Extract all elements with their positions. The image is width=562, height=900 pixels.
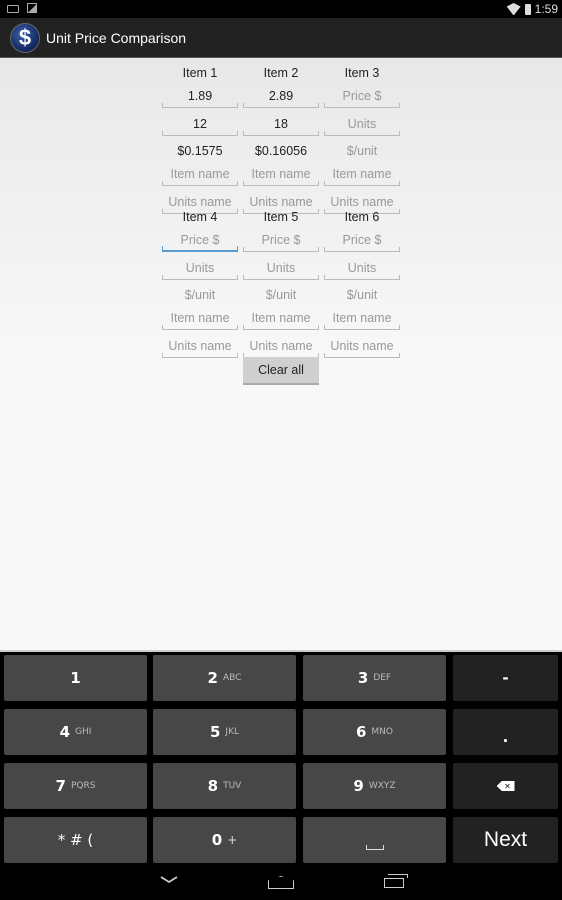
key-symbols[interactable]: * # ( [4,817,147,863]
item-name-field[interactable] [162,306,238,330]
numeric-keyboard: 1 2 ABC 3 DEF - 4 GHI 5 JKL 6 MNO . 7 PQRS 8 TU… [0,650,562,865]
items-group-2: Item 4 Item 5 Item 6 $/unit $/unit $/uni… [162,206,400,362]
unit-price-result: $/unit [346,144,378,158]
item-name-input[interactable] [243,162,319,186]
navigation-bar [0,865,562,900]
key-period[interactable]: . [453,709,558,755]
key-6[interactable]: 6 MNO [303,709,446,755]
price-input[interactable] [162,84,238,108]
key-next[interactable]: Next [453,817,558,863]
units-name-input[interactable] [243,334,319,358]
units-field[interactable] [324,256,400,280]
home-icon [268,876,294,889]
units-name-field[interactable] [162,334,238,358]
item-name-field[interactable] [324,162,400,186]
units-field[interactable] [243,112,319,136]
key-space[interactable] [303,817,446,863]
battery-icon [524,3,531,15]
price-input[interactable] [324,84,400,108]
clear-all-button[interactable]: Clear all [243,357,319,385]
key-2[interactable]: 2 ABC [153,655,296,701]
item-label: Item 1 [182,66,218,80]
action-bar: $ Unit Price Comparison [0,18,562,58]
item-label: Item 3 [344,66,380,80]
units-name-input[interactable] [324,334,400,358]
item-name-field[interactable] [324,306,400,330]
back-icon [160,876,178,884]
wifi-icon [507,3,521,15]
item-label: Item 2 [263,66,299,80]
item-name-field[interactable] [243,162,319,186]
home-button[interactable] [266,873,296,893]
units-input[interactable] [324,256,400,280]
key-9[interactable]: 9 WXYZ [303,763,446,809]
price-field[interactable] [162,84,238,108]
items-group-1: Item 1 Item 2 Item 3 $0.1575 $0.16056 $/… [162,62,400,218]
price-input[interactable] [243,228,319,252]
units-name-field[interactable] [324,334,400,358]
item-name-input[interactable] [324,162,400,186]
units-input[interactable] [162,256,238,280]
item-name-input[interactable] [324,306,400,330]
main-content: Item 1 Item 2 Item 3 $0.1575 $0.16056 $/… [0,58,562,650]
status-time: 1:59 [534,2,558,16]
price-input[interactable] [162,228,238,252]
status-bar: 1:59 [0,0,562,18]
recent-apps-button[interactable] [380,873,410,893]
image-icon [27,3,37,13]
app-title: Unit Price Comparison [46,29,187,46]
item-label: Item 5 [263,210,299,224]
units-field[interactable] [243,256,319,280]
item-label: Item 4 [182,210,218,224]
item-name-input[interactable] [162,162,238,186]
item-name-input[interactable] [162,306,238,330]
item-label: Item 6 [344,210,380,224]
key-4[interactable]: 4 GHI [4,709,147,755]
price-field[interactable] [324,228,400,252]
item-name-input[interactable] [243,306,319,330]
key-8[interactable]: 8 TUV [153,763,296,809]
key-0[interactable]: 0 + [153,817,296,863]
key-1[interactable]: 1 [4,655,147,701]
space-icon [365,844,384,850]
key-backspace[interactable]: ✕ [453,763,558,809]
units-input[interactable] [162,112,238,136]
units-input[interactable] [243,112,319,136]
back-button[interactable] [154,873,184,893]
unit-price-result: $/unit [346,288,378,302]
price-field[interactable] [324,84,400,108]
unit-price-result: $0.16056 [254,144,308,158]
price-field[interactable] [243,228,319,252]
units-field[interactable] [324,112,400,136]
price-field[interactable] [243,84,319,108]
unit-price-result: $/unit [184,288,216,302]
backspace-icon: ✕ [496,781,515,791]
key-5[interactable]: 5 JKL [153,709,296,755]
key-minus[interactable]: - [453,655,558,701]
price-input[interactable] [243,84,319,108]
item-name-field[interactable] [162,162,238,186]
price-input[interactable] [324,228,400,252]
key-3[interactable]: 3 DEF [303,655,446,701]
dollar-sign-icon[interactable]: $ [10,22,40,53]
unit-price-result: $/unit [265,288,297,302]
units-input[interactable] [324,112,400,136]
units-name-field[interactable] [243,334,319,358]
price-field[interactable] [162,228,238,252]
item-name-field[interactable] [243,306,319,330]
units-input[interactable] [243,256,319,280]
unit-price-result: $0.1575 [177,144,223,158]
units-field[interactable] [162,112,238,136]
units-name-input[interactable] [162,334,238,358]
keyboard-icon [7,5,19,13]
key-7[interactable]: 7 PQRS [4,763,147,809]
units-field[interactable] [162,256,238,280]
